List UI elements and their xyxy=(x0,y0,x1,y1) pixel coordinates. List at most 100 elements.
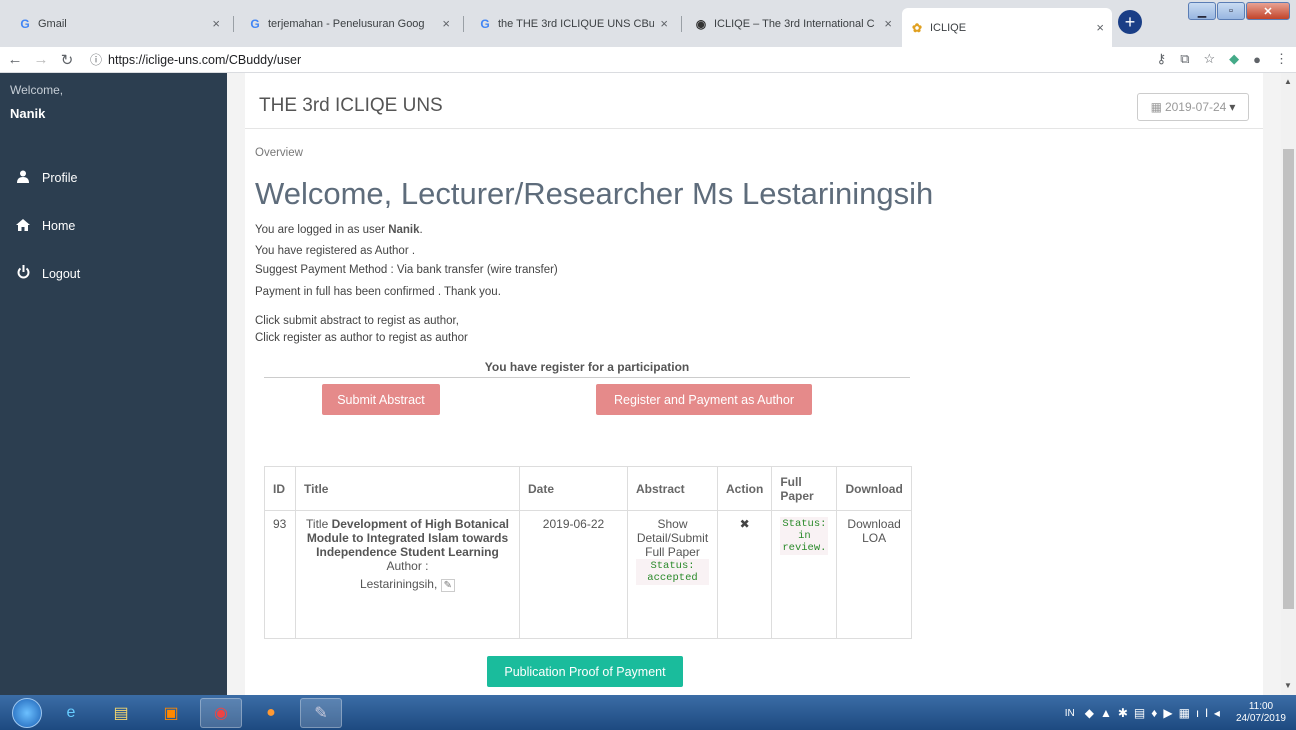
show-detail-link[interactable]: Show Detail/Submit Full Paper xyxy=(637,517,708,559)
language-indicator[interactable]: IN xyxy=(1065,708,1075,719)
submit-abstract-button[interactable]: Submit Abstract xyxy=(322,384,440,415)
title-prefix: Title xyxy=(306,517,332,531)
start-button[interactable] xyxy=(12,697,42,728)
paint-icon[interactable]: ✎ xyxy=(300,697,342,728)
col-abstract: Abstract xyxy=(627,466,718,511)
back-icon[interactable]: ← xyxy=(4,51,26,68)
sidebar-item-profile[interactable]: Profile xyxy=(14,170,77,186)
tab-separator xyxy=(681,16,682,32)
close-tab-icon[interactable]: × xyxy=(212,16,220,31)
author-name: Lestariningsih, xyxy=(359,577,438,591)
forward-icon[interactable]: → xyxy=(30,51,52,68)
browser-tabbar: G Gmail × G terjemahan - Penelusuran Goo… xyxy=(0,0,1296,47)
tab-label: the THE 3rd ICLIQUE UNS CBud xyxy=(498,17,655,30)
sidebar-item-label: Home xyxy=(42,219,76,233)
tab-label: ICLIQE – The 3rd International C xyxy=(714,17,875,30)
col-action: Action xyxy=(716,466,773,511)
full-paper-status-badge: Status: in review. xyxy=(780,517,829,555)
table-header-row: ID Title Date Abstract Action Full Paper… xyxy=(264,466,912,511)
minimize-button[interactable]: ▁ xyxy=(1188,2,1216,20)
maximize-button[interactable]: ▫ xyxy=(1217,2,1245,20)
ie-icon[interactable]: e xyxy=(50,698,92,728)
firefox-icon[interactable]: ● xyxy=(250,698,292,728)
caret-down-icon: ▾ xyxy=(1229,100,1236,114)
star-icon[interactable]: ☆ xyxy=(1203,51,1215,67)
delete-icon[interactable]: ✖ xyxy=(716,510,773,639)
tab-label: Gmail xyxy=(38,17,67,30)
sidebar-item-label: Profile xyxy=(42,171,78,185)
paper-title: Development of High Botanical Module to … xyxy=(306,517,509,559)
tab-label: ICLIQE xyxy=(930,21,967,34)
new-tab-button[interactable]: + xyxy=(1118,10,1142,34)
main-panel: THE 3rd ICLIQE UNS ▦ 2019-07-24 ▾ Overvi… xyxy=(245,73,1263,695)
close-window-button[interactable]: ✕ xyxy=(1246,2,1290,20)
menu-icon[interactable]: ⋮ xyxy=(1275,51,1288,67)
info-icon[interactable]: ⓘ xyxy=(90,51,102,68)
explorer-icon[interactable]: ▤ xyxy=(100,698,142,728)
col-title: Title xyxy=(295,466,520,511)
payment-method-text: Suggest Payment Method : Via bank transf… xyxy=(255,264,558,276)
scroll-thumb[interactable] xyxy=(1283,149,1294,609)
tab-iclique-search[interactable]: G the THE 3rd ICLIQUE UNS CBud × xyxy=(470,10,676,37)
registered-text: You have registered as Author . xyxy=(255,245,416,257)
close-tab-icon[interactable]: × xyxy=(660,16,668,31)
col-date: Date xyxy=(519,466,628,511)
translate-icon[interactable]: ⧉ xyxy=(1180,51,1189,67)
extension-icon[interactable]: ◆ xyxy=(1229,51,1239,67)
tab-terjemahan[interactable]: G terjemahan - Penelusuran Goog × xyxy=(240,10,458,37)
close-tab-icon[interactable]: × xyxy=(884,16,892,31)
scroll-up-icon[interactable]: ▲ xyxy=(1284,77,1292,86)
author-label: Author : xyxy=(386,559,429,573)
cell-date: 2019-06-22 xyxy=(519,510,628,639)
reload-icon[interactable]: ↻ xyxy=(56,51,78,69)
date-dropdown[interactable]: ▦ 2019-07-24 ▾ xyxy=(1137,93,1249,121)
tab-separator xyxy=(233,16,234,32)
download-loa-link[interactable]: Download LOA xyxy=(836,510,912,639)
papers-table: ID Title Date Abstract Action Full Paper… xyxy=(264,466,912,639)
clock[interactable]: 11:00 24/07/2019 xyxy=(1236,701,1286,725)
key-icon[interactable]: ⚷ xyxy=(1157,51,1167,67)
col-full-paper: Full Paper xyxy=(771,466,838,511)
logged-in-text: You are logged in as user Nanik. xyxy=(255,224,423,236)
page-brand[interactable]: THE 3rd ICLIQE UNS xyxy=(259,95,443,117)
close-tab-icon[interactable]: × xyxy=(1096,20,1104,35)
sidebar-item-logout[interactable]: Logout xyxy=(14,265,80,282)
google-icon: G xyxy=(20,16,30,31)
page-scrollbar[interactable]: ▲ ▼ xyxy=(1281,73,1296,695)
home-icon xyxy=(14,218,32,234)
edit-icon[interactable]: ✎ xyxy=(440,579,456,592)
close-tab-icon[interactable]: × xyxy=(442,16,450,31)
register-payment-button[interactable]: Register and Payment as Author xyxy=(596,384,812,415)
clock-time: 11:00 xyxy=(1248,701,1274,712)
col-download: Download xyxy=(836,466,912,511)
date-value: 2019-07-24 xyxy=(1164,100,1227,114)
google-icon: G xyxy=(480,16,490,31)
address-bar: ← → ↻ ⓘ https://iclige-uns.com/CBuddy/us… xyxy=(0,47,1296,73)
cell-full-paper: Status: in review. xyxy=(771,510,838,639)
sidebar-item-label: Logout xyxy=(42,266,81,281)
tab-iclige-international[interactable]: ◉ ICLIQE – The 3rd International C × xyxy=(686,10,900,37)
hint-register-author: Click register as author to regist as au… xyxy=(255,332,468,344)
abstract-status-badge: Status: accepted xyxy=(636,559,709,585)
url-field[interactable]: https://iclige-uns.com/CBuddy/user xyxy=(108,53,301,67)
publication-proof-button[interactable]: Publication Proof of Payment xyxy=(487,656,683,687)
payment-status-text: Payment in full has been confirmed . Tha… xyxy=(255,286,501,298)
tab-gmail[interactable]: G Gmail × xyxy=(10,10,228,37)
system-tray: IN ◆▲✱▤♦▶▦ıl◂ 11:00 24/07/2019 xyxy=(1065,701,1286,725)
scroll-down-icon[interactable]: ▼ xyxy=(1284,681,1292,690)
welcome-user: Nanik xyxy=(10,106,46,121)
tab-iclige-active[interactable]: ✿ ICLIQE × xyxy=(902,8,1112,47)
chrome-icon[interactable]: ◉ xyxy=(200,697,242,728)
welcome-label: Welcome, xyxy=(10,83,64,97)
address-bar-actions: ⚷ ⧉ ☆ ◆ ● ⋮ xyxy=(1157,51,1288,67)
media-icon[interactable]: ▣ xyxy=(150,698,192,728)
panel-header: THE 3rd ICLIQE UNS ▦ 2019-07-24 ▾ xyxy=(245,73,1263,129)
table-row: 93 Title Development of High Botanical M… xyxy=(264,510,912,639)
tab-label: terjemahan - Penelusuran Goog xyxy=(268,17,425,30)
hint-submit-abstract: Click submit abstract to regist as autho… xyxy=(255,315,459,327)
profile-icon[interactable]: ● xyxy=(1253,52,1261,67)
google-icon: G xyxy=(250,16,260,31)
tray-icons[interactable]: ◆▲✱▤♦▶▦ıl◂ xyxy=(1085,706,1226,720)
clock-date: 24/07/2019 xyxy=(1235,713,1286,724)
sidebar-item-home[interactable]: Home xyxy=(14,218,75,234)
